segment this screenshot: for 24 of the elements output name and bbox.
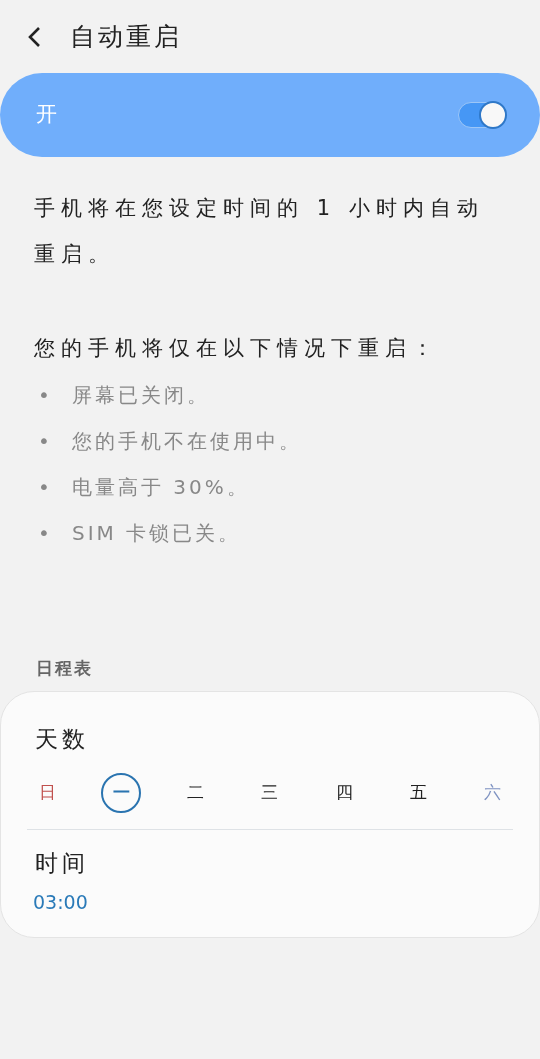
day-toggle[interactable]: 二 (175, 772, 216, 813)
condition-text: SIM 卡锁已关。 (72, 519, 242, 547)
description-text: 手机将在您设定时间的 1 小时内自动重启。 (34, 195, 485, 269)
page-title: 自动重启 (70, 20, 182, 53)
section-label: 日程表 (35, 656, 94, 680)
toggle-switch[interactable] (458, 102, 506, 128)
condition-text: 您的手机不在使用中。 (72, 427, 302, 455)
bullet-mark: • (38, 519, 54, 547)
condition-text: 屏幕已关闭。 (72, 381, 210, 409)
bullet-mark: • (38, 473, 54, 501)
time-label: 时间 (34, 848, 90, 878)
day-toggle[interactable]: 三 (250, 772, 290, 813)
bullet-mark: • (38, 381, 54, 409)
day-toggle[interactable]: 日 (27, 772, 67, 813)
bullet-mark: • (38, 427, 54, 455)
switch-label: 开 (36, 101, 57, 129)
days-label: 天数 (34, 725, 90, 755)
day-toggle[interactable]: 一 (101, 772, 142, 813)
day-toggle[interactable]: 五 (398, 772, 439, 813)
time-value[interactable]: 03:00 (27, 888, 513, 917)
conditions-title: 您的手机将仅在以下情况下重启： (34, 335, 440, 363)
day-toggle[interactable]: 四 (324, 772, 365, 813)
day-toggle[interactable]: 六 (472, 772, 513, 813)
condition-text: 电量高于 30%。 (72, 473, 250, 501)
